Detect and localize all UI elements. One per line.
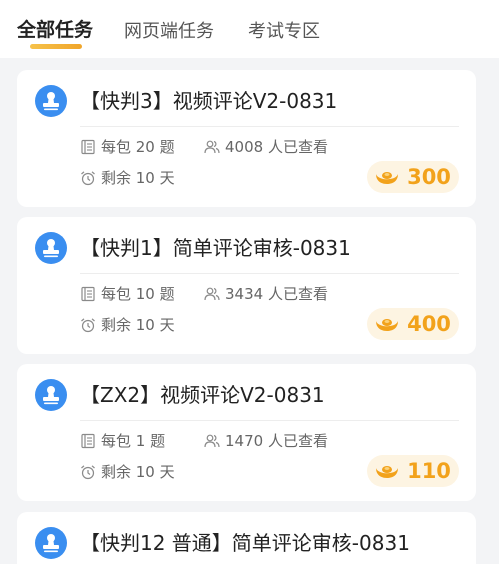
stamp-icon	[35, 232, 67, 264]
remaining-info: 剩余 10 天	[80, 315, 175, 335]
task-title: 【快判3】视频评论V2-0831	[80, 89, 338, 113]
tab-exam-zone[interactable]: 考试专区	[248, 20, 320, 44]
viewers-text: 3434 人已查看	[225, 285, 328, 303]
reward-amount: 110	[407, 459, 451, 483]
stamp-icon	[35, 527, 67, 559]
tab-bar: 全部任务 网页端任务 考试专区	[0, 0, 499, 58]
per-pack-info: 每包 20 题	[80, 137, 175, 157]
package-icon	[80, 433, 96, 449]
tab-web-tasks[interactable]: 网页端任务	[124, 20, 214, 44]
remaining-info: 剩余 10 天	[80, 462, 175, 482]
gold-ingot-icon	[375, 316, 399, 332]
reward-amount: 400	[407, 312, 451, 336]
task-card[interactable]: 【快判3】视频评论V2-0831 每包 20 题 4008 人已查看 剩余 10…	[17, 70, 476, 207]
users-icon	[204, 286, 220, 302]
reward-badge: 110	[367, 455, 459, 487]
reward-badge: 400	[367, 308, 459, 340]
task-title: 【快判1】简单评论审核-0831	[80, 236, 351, 260]
divider	[80, 126, 459, 127]
task-card[interactable]: 【快判1】简单评论审核-0831 每包 10 题 3434 人已查看 剩余 10…	[17, 217, 476, 354]
viewers-info: 1470 人已查看	[204, 431, 328, 451]
viewers-text: 4008 人已查看	[225, 138, 328, 156]
viewers-text: 1470 人已查看	[225, 432, 328, 450]
viewers-info: 3434 人已查看	[204, 284, 328, 304]
package-icon	[80, 139, 96, 155]
per-pack-text: 每包 10 题	[101, 285, 175, 303]
stamp-icon	[35, 379, 67, 411]
task-title: 【快判12 普通】简单评论审核-0831	[80, 531, 410, 555]
remaining-text: 剩余 10 天	[101, 169, 175, 187]
divider	[80, 420, 459, 421]
remaining-info: 剩余 10 天	[80, 168, 175, 188]
task-title: 【ZX2】视频评论V2-0831	[80, 383, 325, 407]
alarm-clock-icon	[80, 170, 96, 186]
task-card[interactable]: 【ZX2】视频评论V2-0831 每包 1 题 1470 人已查看 剩余 10 …	[17, 364, 476, 501]
per-pack-info: 每包 1 题	[80, 431, 165, 451]
task-card[interactable]: 【快判12 普通】简单评论审核-0831	[17, 512, 476, 564]
gold-ingot-icon	[375, 463, 399, 479]
divider	[80, 273, 459, 274]
reward-badge: 300	[367, 161, 459, 193]
package-icon	[80, 286, 96, 302]
per-pack-info: 每包 10 题	[80, 284, 175, 304]
remaining-text: 剩余 10 天	[101, 316, 175, 334]
viewers-info: 4008 人已查看	[204, 137, 328, 157]
per-pack-text: 每包 1 题	[101, 432, 166, 450]
reward-amount: 300	[407, 165, 451, 189]
tab-all-tasks[interactable]: 全部任务	[17, 18, 93, 42]
alarm-clock-icon	[80, 464, 96, 480]
gold-ingot-icon	[375, 169, 399, 185]
users-icon	[204, 433, 220, 449]
remaining-text: 剩余 10 天	[101, 463, 175, 481]
alarm-clock-icon	[80, 317, 96, 333]
active-tab-indicator	[30, 44, 82, 49]
per-pack-text: 每包 20 题	[101, 138, 175, 156]
stamp-icon	[35, 85, 67, 117]
users-icon	[204, 139, 220, 155]
